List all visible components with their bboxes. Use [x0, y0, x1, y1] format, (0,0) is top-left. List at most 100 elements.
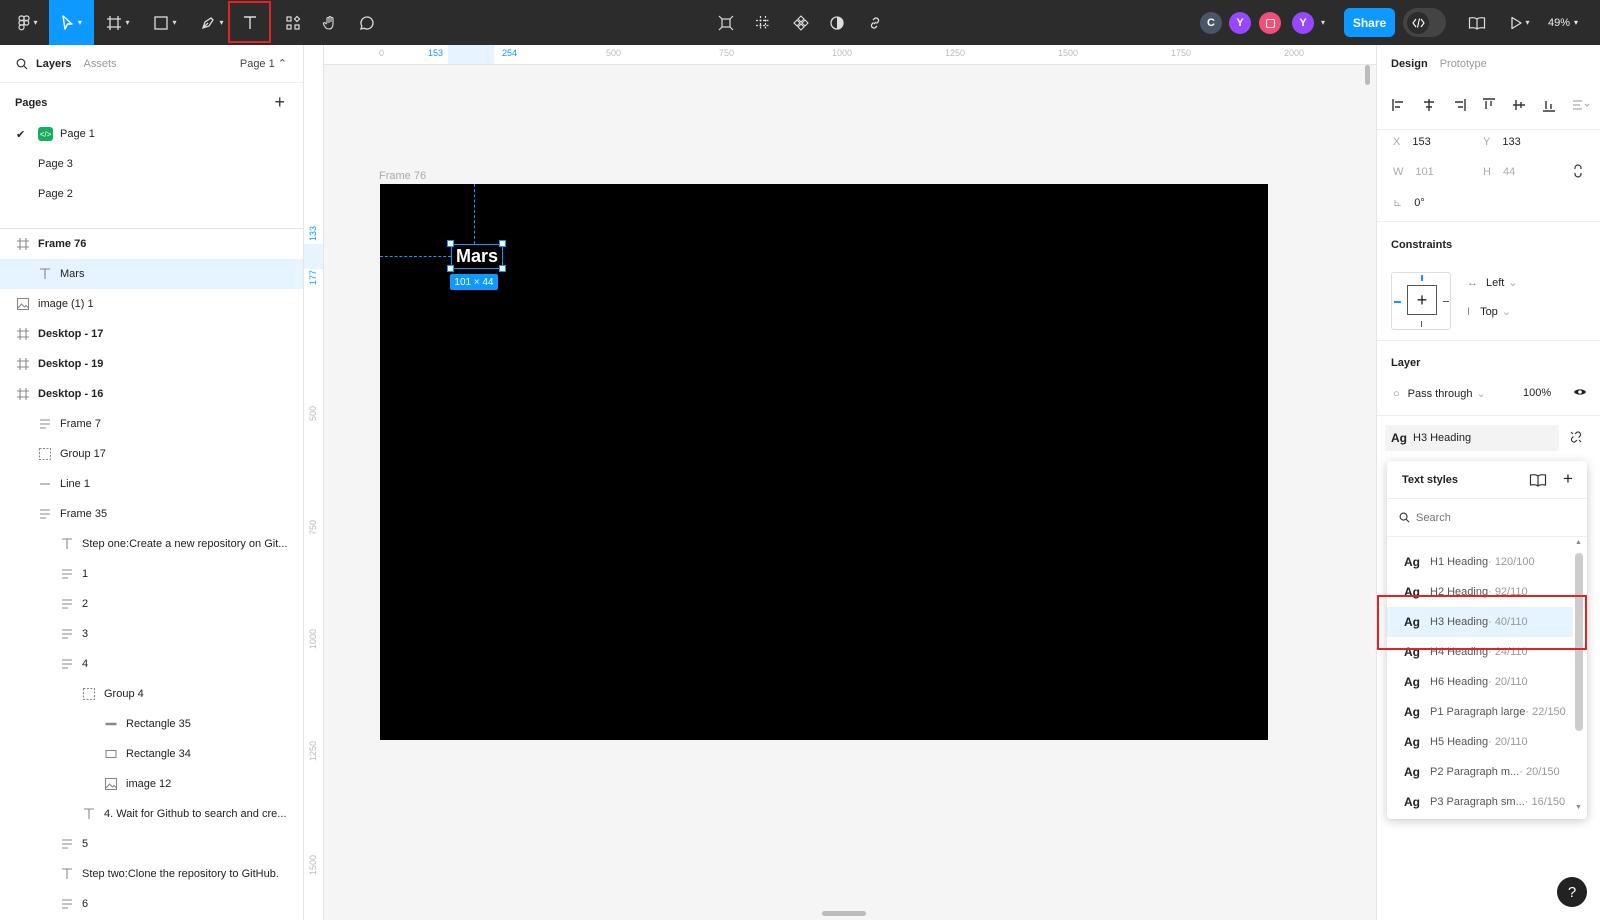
layer-row[interactable]: 1 — [0, 559, 303, 589]
frame-label[interactable]: Frame 76 — [379, 170, 426, 182]
avatar[interactable]: Y — [1229, 12, 1251, 34]
scroll-up-arrow[interactable]: ▲ — [1575, 539, 1582, 546]
layer-row[interactable]: Desktop - 19 — [0, 349, 303, 379]
layer-row[interactable]: Group 17 — [0, 439, 303, 469]
zoom-dropdown[interactable]: 49% ▾ — [1548, 0, 1578, 45]
layer-row[interactable]: 4 — [0, 649, 303, 679]
text-style-item[interactable]: Ag P1 Paragraph large · 22/150 — [1387, 697, 1573, 727]
link-button[interactable] — [858, 0, 892, 45]
align-top-icon[interactable] — [1481, 97, 1497, 113]
align-center-h-icon[interactable] — [1421, 97, 1437, 113]
blend-mode-dropdown[interactable]: ○ Pass through ⌄ — [1393, 387, 1486, 400]
layer-row[interactable]: 2 — [0, 589, 303, 619]
align-right-icon[interactable] — [1451, 97, 1467, 113]
page-item[interactable]: ✔ </> Page 1 — [0, 119, 303, 149]
frame-tool-button[interactable]: ▾ — [98, 0, 138, 45]
dev-mode-toggle[interactable] — [1403, 8, 1446, 37]
opacity-field[interactable]: 100% — [1523, 387, 1551, 399]
width-field[interactable]: W 101 — [1393, 166, 1434, 178]
search-icon[interactable] — [16, 58, 28, 70]
layer-row[interactable]: Rectangle 35 — [0, 709, 303, 739]
present-button[interactable]: ▾ — [1505, 0, 1535, 45]
hand-tool-button[interactable] — [313, 0, 347, 45]
rotation-field[interactable]: ⊾ 0° — [1393, 196, 1425, 209]
mask-button[interactable] — [820, 0, 854, 45]
resize-handle[interactable] — [447, 265, 454, 272]
resize-handle[interactable] — [447, 240, 454, 247]
detach-style-icon[interactable] — [1569, 430, 1583, 444]
shape-tool-button[interactable]: ▾ — [145, 0, 185, 45]
tab-assets[interactable]: Assets — [83, 58, 116, 70]
page-item[interactable]: Page 3 — [0, 149, 303, 179]
page-item[interactable]: Page 2 — [0, 179, 303, 209]
y-field[interactable]: Y 133 — [1483, 136, 1521, 148]
avatars-dropdown[interactable]: ▾ — [1316, 0, 1330, 45]
layer-row[interactable]: Frame 7 — [0, 409, 303, 439]
text-style-item[interactable]: Ag H3 Heading · 40/110 — [1387, 607, 1573, 637]
layer-row[interactable]: Desktop - 16 — [0, 379, 303, 409]
text-styles-search[interactable] — [1387, 499, 1587, 537]
layer-row[interactable]: Rectangle 34 — [0, 739, 303, 769]
align-bottom-icon[interactable] — [1541, 97, 1557, 113]
layer-row[interactable]: Step one:Create a new repository on Git.… — [0, 529, 303, 559]
layer-row[interactable]: Mars — [0, 259, 303, 289]
x-field[interactable]: X 153 — [1393, 136, 1431, 148]
constraints-widget[interactable]: + — [1391, 272, 1451, 330]
text-style-item[interactable]: Ag H5 Heading · 20/110 — [1387, 727, 1573, 757]
vertical-scrollbar[interactable] — [1365, 65, 1370, 85]
mars-text-layer[interactable]: Mars — [451, 244, 503, 269]
pen-tool-button[interactable]: ▾ — [192, 0, 232, 45]
layer-row[interactable]: image (1) 1 — [0, 289, 303, 319]
avatar[interactable]: Y — [1292, 12, 1314, 34]
component-button[interactable] — [784, 0, 818, 45]
resize-handle[interactable] — [499, 240, 506, 247]
canvas[interactable]: 0 153 254 500 750 1000 1250 1500 1750 2000 133 177… — [304, 45, 1376, 920]
layer-row[interactable]: Desktop - 17 — [0, 319, 303, 349]
avatar[interactable] — [1259, 12, 1281, 34]
resize-handle[interactable] — [499, 265, 506, 272]
align-left-icon[interactable] — [1391, 97, 1407, 113]
text-style-item[interactable]: Ag H6 Heading · 20/110 — [1387, 667, 1573, 697]
text-style-item[interactable]: Ag P3 Paragraph sm... · 16/150 — [1387, 787, 1573, 817]
text-style-item[interactable]: Ag H2 Heading · 92/110 — [1387, 577, 1573, 607]
share-button[interactable]: Share — [1344, 8, 1395, 37]
height-field[interactable]: H 44 — [1483, 166, 1515, 178]
eye-icon[interactable] — [1573, 386, 1587, 398]
add-page-icon[interactable]: + — [274, 93, 285, 111]
layer-row[interactable]: Frame 76 — [0, 229, 303, 259]
main-menu-button[interactable]: ▾ — [8, 0, 48, 45]
layer-row[interactable]: Group 4 — [0, 679, 303, 709]
page-selector[interactable]: Page 1 ⌃ — [240, 57, 287, 70]
text-style-item[interactable]: Ag H4 Heading · 24/110 — [1387, 637, 1573, 667]
layer-row[interactable]: 3 — [0, 619, 303, 649]
text-style-item[interactable]: Ag H1 Heading · 120/100 — [1387, 547, 1573, 577]
layer-row[interactable]: 5 — [0, 829, 303, 859]
crop-button[interactable] — [709, 0, 743, 45]
add-style-icon[interactable]: + — [1563, 470, 1573, 488]
resize-mode-icon[interactable] — [1572, 164, 1584, 178]
tab-prototype[interactable]: Prototype — [1440, 58, 1487, 70]
layer-row[interactable]: 6 — [0, 889, 303, 919]
layer-row[interactable]: Line 1 — [0, 469, 303, 499]
avatar[interactable]: C — [1200, 12, 1222, 34]
tab-design[interactable]: Design — [1391, 58, 1428, 70]
popup-scrollbar[interactable] — [1575, 553, 1583, 731]
frame-76[interactable] — [380, 184, 1268, 740]
library-button[interactable] — [1462, 0, 1492, 45]
layer-row[interactable]: 4. Wait for Github to search and cre... — [0, 799, 303, 829]
comment-tool-button[interactable] — [350, 0, 384, 45]
text-tool-button[interactable] — [230, 0, 270, 45]
grid-button[interactable] — [746, 0, 780, 45]
search-input[interactable] — [1416, 511, 1556, 524]
book-icon[interactable] — [1529, 473, 1547, 487]
layer-row[interactable]: Step two:Clone the repository to GitHub. — [0, 859, 303, 889]
text-style-item[interactable]: Ag P2 Paragraph m... · 20/150 — [1387, 757, 1573, 787]
align-center-v-icon[interactable] — [1511, 97, 1527, 113]
vertical-constraint-dropdown[interactable]: I Top ⌄ — [1467, 305, 1511, 318]
move-tool-button[interactable]: ▾ — [49, 0, 94, 45]
horizontal-scrollbar[interactable] — [822, 911, 866, 916]
help-button[interactable]: ? — [1557, 877, 1587, 907]
horizontal-constraint-dropdown[interactable]: ↔ Left ⌄ — [1467, 276, 1518, 289]
layer-row[interactable]: Frame 35 — [0, 499, 303, 529]
layer-row[interactable]: image 12 — [0, 769, 303, 799]
